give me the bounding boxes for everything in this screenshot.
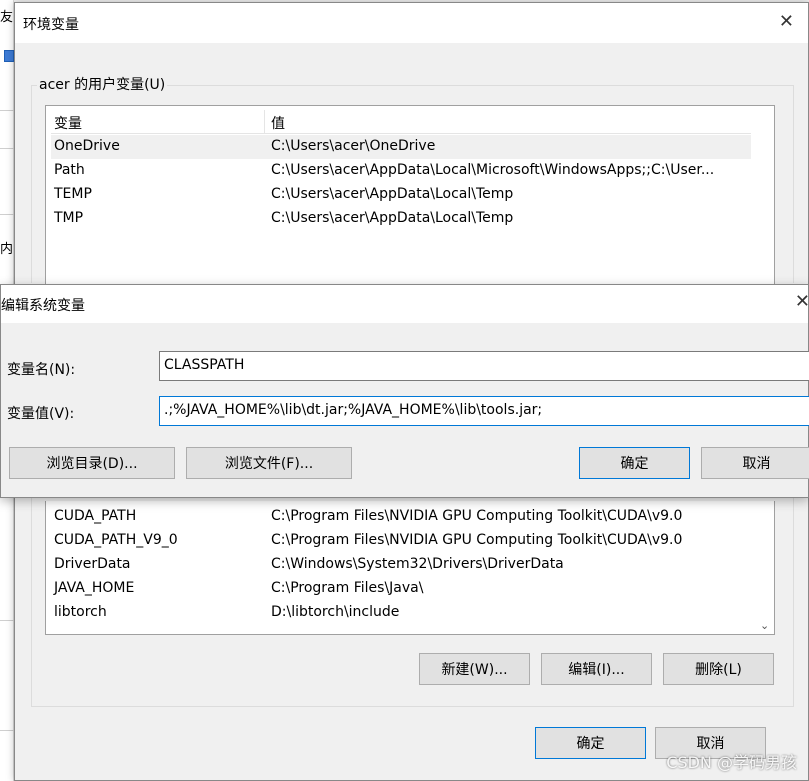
variable-name: CUDA_PATH [54, 508, 137, 524]
variable-value: C:\Program Files\NVIDIA GPU Computing To… [271, 508, 683, 524]
titlebar: 编辑系统变量 ✕ [1, 285, 809, 323]
variable-name: Path [54, 162, 85, 178]
delete-variable-button[interactable]: 删除(L) [663, 653, 774, 685]
variable-value: D:\libtorch\include [271, 604, 400, 620]
variable-name: JAVA_HOME [54, 580, 135, 596]
table-row[interactable]: libtorch D:\libtorch\include [51, 601, 751, 625]
variable-value-label: 变量值(V): [7, 406, 75, 422]
dialog-title: 环境变量 [23, 17, 79, 33]
user-variables-list[interactable]: 变量 值 OneDrive C:\Users\acer\OneDrive Pat… [45, 105, 775, 290]
variable-value: C:\Users\acer\OneDrive [271, 138, 436, 154]
variable-name: CUDA_PATH_V9_0 [54, 532, 178, 548]
table-row[interactable]: TMP C:\Users\acer\AppData\Local\Temp [51, 207, 751, 231]
variable-value: C:\Windows\System32\Drivers\DriverData [271, 556, 564, 572]
variable-value: C:\Users\acer\AppData\Local\Microsoft\Wi… [271, 162, 715, 178]
table-row[interactable]: TEMP C:\Users\acer\AppData\Local\Temp [51, 183, 751, 207]
table-row[interactable]: CUDA_PATH_V9_0 C:\Program Files\NVIDIA G… [51, 529, 751, 553]
close-icon[interactable]: ✕ [779, 11, 794, 32]
system-variables-list[interactable]: CUDA_PATH C:\Program Files\NVIDIA GPU Co… [45, 501, 775, 635]
watermark: CSDN @学码男孩 [666, 753, 797, 772]
table-row[interactable]: CUDA_PATH C:\Program Files\NVIDIA GPU Co… [51, 505, 751, 529]
table-row[interactable]: JAVA_HOME C:\Program Files\Java\ [51, 577, 751, 601]
dialog-title: 编辑系统变量 [1, 298, 85, 314]
browse-file-button[interactable]: 浏览文件(F)... [186, 447, 352, 479]
titlebar: 环境变量 ✕ [15, 3, 808, 43]
variable-name-label: 变量名(N): [7, 362, 76, 378]
edit-variable-button[interactable]: 编辑(I)... [541, 653, 652, 685]
variable-name: TMP [54, 210, 84, 226]
column-separator[interactable] [264, 110, 265, 134]
divider [0, 730, 14, 731]
list-header: 变量 值 [51, 110, 751, 134]
variable-name: DriverData [54, 556, 131, 572]
ok-button[interactable]: 确定 [579, 447, 690, 479]
variable-name-input[interactable]: CLASSPATH [159, 351, 809, 381]
new-variable-button[interactable]: 新建(W)... [419, 653, 530, 685]
browse-directory-button[interactable]: 浏览目录(D)... [9, 447, 175, 479]
variable-value-input[interactable]: .;%JAVA_HOME%\lib\dt.jar;%JAVA_HOME%\lib… [159, 396, 809, 426]
column-header-variable[interactable]: 变量 [54, 113, 82, 133]
variable-name: TEMP [54, 186, 92, 202]
divider [0, 148, 14, 149]
variable-value: C:\Program Files\Java\ [271, 580, 424, 596]
variable-name: OneDrive [54, 138, 120, 154]
variable-name: libtorch [54, 604, 107, 620]
variable-value: C:\Users\acer\AppData\Local\Temp [271, 186, 514, 202]
variable-value: C:\Users\acer\AppData\Local\Temp [271, 210, 514, 226]
table-row[interactable]: OneDrive C:\Users\acer\OneDrive [51, 135, 751, 159]
ok-button[interactable]: 确定 [535, 727, 646, 759]
background-text: 内 [0, 242, 14, 257]
table-row[interactable]: DriverData C:\Windows\System32\Drivers\D… [51, 553, 751, 577]
chevron-down-icon[interactable]: ⌄ [760, 619, 769, 632]
edit-system-variable-dialog: 编辑系统变量 ✕ 变量名(N): CLASSPATH 变量值(V): .;%JA… [0, 284, 809, 498]
cancel-button[interactable]: 取消 [701, 447, 809, 479]
close-icon[interactable]: ✕ [795, 291, 809, 312]
divider [0, 620, 14, 621]
vertical-scrollbar[interactable]: ⌄ [756, 501, 774, 634]
user-variables-label: acer 的用户变量(U) [37, 74, 168, 94]
table-row[interactable]: Path C:\Users\acer\AppData\Local\Microso… [51, 159, 751, 183]
divider [0, 214, 14, 215]
column-header-value[interactable]: 值 [271, 113, 285, 133]
variable-value: C:\Program Files\NVIDIA GPU Computing To… [271, 532, 683, 548]
background-text: 友 [0, 10, 14, 25]
divider [0, 110, 14, 111]
background-app-icon [4, 50, 14, 62]
